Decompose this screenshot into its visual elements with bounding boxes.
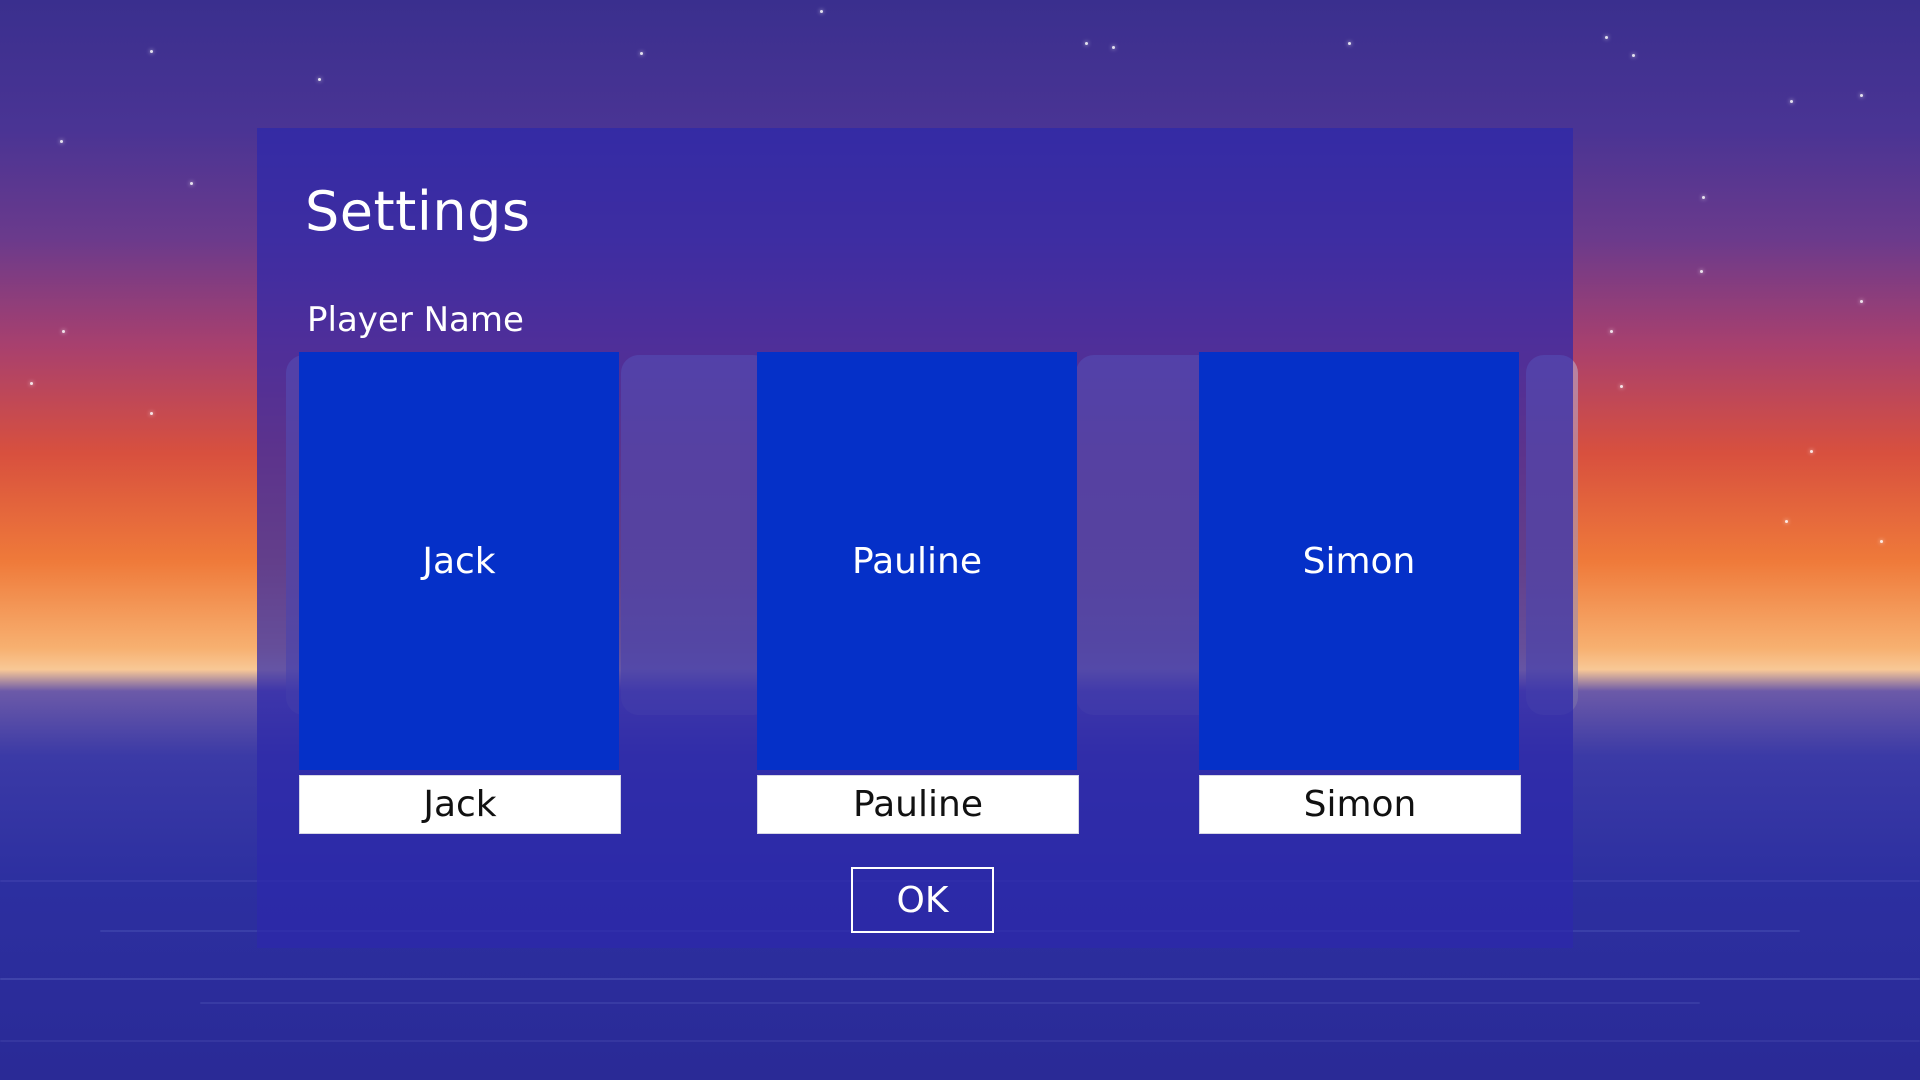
player-card-2: Pauline <box>757 352 1079 834</box>
player-name-label: Player Name <box>307 300 524 340</box>
settings-dialog: Settings Player Name Jack Pauline Simon … <box>257 128 1573 948</box>
ok-button[interactable]: OK <box>851 867 994 933</box>
game-screen: Settings Player Name Jack Pauline Simon … <box>0 0 1920 1080</box>
player-name-input-3[interactable] <box>1199 775 1521 834</box>
player-name-input-2[interactable] <box>757 775 1079 834</box>
dialog-title: Settings <box>305 180 531 243</box>
player-tile-3[interactable]: Simon <box>1199 352 1519 770</box>
player-card-3: Simon <box>1199 352 1521 834</box>
player-tile-1[interactable]: Jack <box>299 352 619 770</box>
player-tile-2[interactable]: Pauline <box>757 352 1077 770</box>
player-name-input-1[interactable] <box>299 775 621 834</box>
player-card-1: Jack <box>299 352 621 834</box>
